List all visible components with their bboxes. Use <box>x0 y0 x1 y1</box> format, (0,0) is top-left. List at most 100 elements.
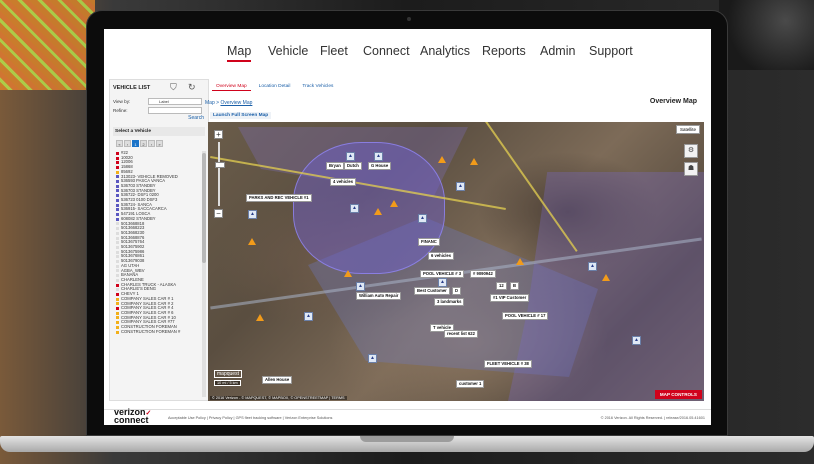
map-label[interactable]: 6 vehicles <box>428 252 455 260</box>
refine-input[interactable] <box>148 107 202 114</box>
nav-admin[interactable]: Admin <box>540 44 575 58</box>
map-copyright[interactable]: © 2016 Verizon - © MAPQUEST, © MAPBOX, ©… <box>210 396 347 400</box>
map-label[interactable]: Allen House <box>262 376 293 384</box>
map-label[interactable]: G House <box>368 162 392 170</box>
vehicle-marker-icon[interactable]: ▲ <box>374 152 383 161</box>
zoom-slider-handle[interactable] <box>214 162 225 168</box>
map-label[interactable]: Dutch <box>344 162 362 170</box>
vehicle-status-icon <box>116 245 119 249</box>
alert-warning-icon[interactable] <box>390 200 398 207</box>
last-page-icon[interactable]: » <box>156 140 163 147</box>
alert-warning-icon[interactable] <box>344 270 352 277</box>
map-layer-select[interactable]: Satellite <box>675 125 700 134</box>
vehicle-marker-icon[interactable]: ▲ <box>304 312 313 321</box>
nav-analytics[interactable]: Analytics <box>420 44 470 58</box>
alert-warning-icon[interactable] <box>374 208 382 215</box>
traffic-layer-icon[interactable]: ☗ <box>684 162 698 176</box>
refresh-icon[interactable]: ↻ <box>188 82 196 93</box>
vehicle-status-icon <box>116 222 119 226</box>
map-label[interactable]: FINANC <box>418 238 440 246</box>
map-label[interactable]: customer 1 <box>456 380 485 388</box>
map-label[interactable]: Bryan <box>326 162 344 170</box>
nav-connect[interactable]: Connect <box>363 44 410 58</box>
vehicle-marker-icon[interactable]: ▲ <box>346 152 355 161</box>
geofence-zone <box>508 172 704 401</box>
map-label[interactable]: 12 <box>496 282 507 290</box>
nav-support[interactable]: Support <box>589 44 633 58</box>
vehicle-status-icon <box>116 325 119 329</box>
vehicle-marker-icon[interactable]: ▲ <box>248 210 257 219</box>
vehicle-status-icon <box>116 250 119 254</box>
map-label[interactable]: 3 landmarks <box>434 298 465 306</box>
launch-fullscreen-map-button[interactable]: Launch Full Screen Map <box>210 112 272 119</box>
satellite-map[interactable]: Bryan Dutch G House 4 vehicles PARKS AND… <box>208 122 704 401</box>
prev-page-icon[interactable]: ‹ <box>124 140 131 147</box>
footer-links[interactable]: Acceptable Use Policy | Privacy Policy |… <box>168 416 332 420</box>
page-1[interactable]: 1 <box>132 140 139 147</box>
map-label[interactable]: William Auto Repair <box>356 292 402 300</box>
search-button[interactable]: Search <box>188 115 204 121</box>
map-label[interactable]: recent list 622 <box>444 330 478 338</box>
alert-warning-icon[interactable] <box>602 274 610 281</box>
alert-warning-icon[interactable] <box>516 258 524 265</box>
zoom-control: + − <box>214 130 225 220</box>
vehicle-list-scrollbar[interactable] <box>202 151 206 397</box>
nav-reports[interactable]: Reports <box>482 44 526 58</box>
vehicle-marker-icon[interactable]: ▲ <box>368 354 377 363</box>
alert-warning-icon[interactable] <box>256 314 264 321</box>
tab-track-vehicles[interactable]: Track Vehicles <box>298 82 337 91</box>
vehicle-pager: « ‹ 1 2 › » <box>116 140 163 148</box>
nav-fleet[interactable]: Fleet <box>320 44 348 58</box>
vehicle-marker-icon[interactable]: ▲ <box>418 214 427 223</box>
nav-vehicle[interactable]: Vehicle <box>268 44 308 58</box>
map-label[interactable]: 4 vehicles <box>330 178 357 186</box>
page-title: Overview Map <box>649 98 697 105</box>
view-by-select[interactable]: Label <box>148 98 202 105</box>
map-controls-button[interactable]: MAP CONTROLS <box>654 390 702 399</box>
map-label[interactable]: #1 VIP Customer <box>490 294 530 302</box>
breadcrumb-current[interactable]: Overview Map <box>220 100 252 106</box>
vehicle-status-icon <box>116 156 119 160</box>
zoom-in-button[interactable]: + <box>214 130 223 139</box>
vehicle-status-icon <box>116 184 119 188</box>
tab-location-detail[interactable]: Location Detail <box>255 82 295 91</box>
alert-warning-icon[interactable] <box>248 238 256 245</box>
vehicle-marker-icon[interactable]: ▲ <box>588 262 597 271</box>
filter-icon[interactable]: ⛉ <box>170 82 177 93</box>
map-label[interactable]: PARKS AND REC VEHICLE #1 <box>246 194 312 202</box>
first-page-icon[interactable]: « <box>116 140 123 147</box>
nav-map[interactable]: Map <box>227 44 252 62</box>
map-label[interactable]: POOL VEHICLE # 3 <box>420 270 465 278</box>
connect-logo: connect <box>114 415 149 425</box>
vehicle-name: CONSTRUCTION FOREMAN # <box>121 328 181 334</box>
map-label[interactable]: POOL VEHICLE # 17 <box>502 312 549 320</box>
vehicle-marker-icon[interactable]: ▲ <box>456 182 465 191</box>
page-2[interactable]: 2 <box>140 140 147 147</box>
vehicle-status-icon <box>116 151 119 155</box>
select-vehicle-header[interactable]: Select a Vehicle <box>113 127 205 136</box>
vehicle-marker-icon[interactable]: ▲ <box>438 278 447 287</box>
vehicle-marker-icon[interactable]: ▲ <box>632 336 641 345</box>
vehicle-status-icon <box>116 175 119 179</box>
zoom-out-button[interactable]: − <box>214 209 223 218</box>
map-label[interactable]: D <box>452 287 462 295</box>
alert-warning-icon[interactable] <box>438 156 446 163</box>
vehicle-status-icon <box>116 231 119 235</box>
vehicle-status-icon <box>116 241 119 245</box>
vehicle-status-icon <box>116 297 119 301</box>
map-tabs: Overview Map Location Detail Track Vehic… <box>212 82 337 91</box>
alert-warning-icon[interactable] <box>470 158 478 165</box>
next-page-icon[interactable]: › <box>148 140 155 147</box>
map-label[interactable]: # 9090942 <box>470 270 496 278</box>
map-label[interactable]: FLEET VEHICLE # 38 <box>484 360 532 368</box>
scrollbar-thumb[interactable] <box>202 153 206 263</box>
zoom-slider[interactable] <box>214 142 225 206</box>
breadcrumb-prefix[interactable]: Map > <box>205 100 220 106</box>
tab-overview-map[interactable]: Overview Map <box>212 82 251 91</box>
map-tool-icon[interactable]: ⚙ <box>684 144 698 158</box>
vehicle-list-item[interactable]: CONSTRUCTION FOREMAN # <box>116 328 200 335</box>
map-label[interactable]: B <box>510 282 520 290</box>
vehicle-marker-icon[interactable]: ▲ <box>350 204 359 213</box>
vehicle-marker-icon[interactable]: ▲ <box>356 282 365 291</box>
map-label[interactable]: Best Customer <box>414 287 450 295</box>
